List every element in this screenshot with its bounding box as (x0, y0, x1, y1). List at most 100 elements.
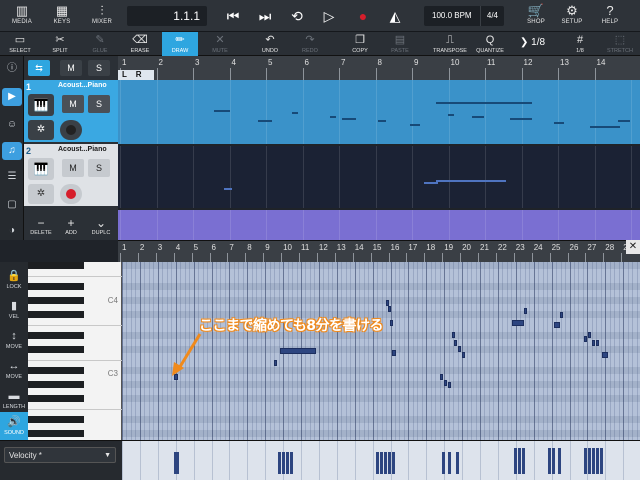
velocity-bar[interactable] (548, 448, 551, 474)
media-button[interactable]: ▥ MEDIA (4, 0, 40, 32)
record-arm-button[interactable] (60, 184, 82, 204)
panel-icon[interactable]: ☰ (2, 168, 22, 186)
undo-button[interactable]: ↶ UNDO (252, 32, 288, 56)
glue-tool[interactable]: ✎ GLUE (82, 32, 118, 56)
record-icon[interactable]: ● (352, 6, 374, 26)
velocity-bar[interactable] (552, 448, 555, 474)
black-key[interactable] (28, 367, 84, 374)
piano-icon[interactable]: 🎹 (28, 94, 54, 116)
black-key[interactable] (28, 332, 84, 339)
selected-region-lane[interactable] (118, 210, 640, 240)
mute-button[interactable]: M (62, 159, 84, 177)
midi-note[interactable] (390, 320, 393, 326)
mixer-button[interactable]: ⫶ MIXER (84, 0, 120, 32)
velocity-bar[interactable] (558, 448, 561, 474)
metronome-icon[interactable]: ◭ (384, 6, 406, 26)
delete-track-button[interactable]: − DELETE (26, 216, 56, 236)
solo-button[interactable]: S (88, 95, 110, 113)
midi-note[interactable] (280, 348, 316, 354)
help-button[interactable]: ? HELP (592, 0, 628, 32)
velocity-bar[interactable] (522, 448, 525, 474)
velocity-bar[interactable] (392, 452, 395, 474)
play-icon[interactable]: ▷ (318, 6, 340, 26)
loop-locators[interactable]: L R (118, 70, 154, 80)
setup-button[interactable]: ⚙ SETUP (554, 0, 590, 32)
velocity-bar[interactable] (518, 448, 521, 474)
grid-button[interactable]: #1/8 (562, 32, 598, 56)
rewind-to-start-icon[interactable]: ⏮ (222, 6, 244, 26)
black-key[interactable] (28, 297, 84, 304)
tempo-display[interactable]: 100.0 BPM 4/4 (424, 6, 504, 26)
track-view-toggle[interactable]: ⇆ (28, 60, 50, 76)
piano-icon[interactable]: 🎹 (28, 158, 54, 180)
midi-note[interactable] (440, 374, 443, 380)
split-tool[interactable]: ✂ SPLIT (42, 32, 78, 56)
redo-button[interactable]: ↷ REDO (292, 32, 328, 56)
solo-button[interactable]: S (88, 159, 110, 177)
midi-note[interactable] (588, 332, 591, 338)
face-icon[interactable]: ☺ (2, 116, 22, 134)
screen-icon[interactable]: ▢ (2, 196, 22, 214)
loop-icon[interactable]: ⟲ (286, 6, 308, 26)
midi-note[interactable] (560, 312, 563, 318)
erase-tool[interactable]: ⌫ ERASE (122, 32, 158, 56)
midi-note[interactable] (388, 306, 391, 312)
velocity-bar[interactable] (282, 452, 285, 474)
track-1-lane[interactable] (118, 80, 640, 144)
midi-note[interactable] (444, 380, 447, 386)
velocity-bar[interactable] (596, 448, 599, 474)
midi-note[interactable] (452, 332, 455, 338)
black-key[interactable] (28, 430, 84, 437)
bell-icon[interactable]: ♫ (2, 142, 22, 160)
velocity-bar[interactable] (176, 452, 179, 474)
record-arm-button[interactable] (60, 120, 82, 140)
midi-note[interactable] (392, 350, 396, 356)
black-key[interactable] (28, 416, 84, 423)
lock-button[interactable]: 🔒 LOCK (0, 266, 28, 296)
velocity-bar[interactable] (384, 452, 387, 474)
mute-button[interactable]: M (62, 95, 84, 113)
velocity-bar[interactable] (442, 452, 445, 474)
velocity-bar[interactable] (376, 452, 379, 474)
midi-note[interactable] (602, 352, 608, 358)
keys-button[interactable]: ▦ KEYS (44, 0, 80, 32)
effects-icon[interactable]: ✲ (28, 120, 54, 140)
skip-forward-icon[interactable]: ⏭ (254, 6, 276, 26)
track-2-lane[interactable] (118, 146, 640, 208)
editor-ruler[interactable]: 1 2 3 4 5 6 7 8 9 10 11 12 13 14 15 16 17 18 19 20 21 22 23 24 2… (118, 240, 640, 263)
duplicate-track-button[interactable]: ⌄ DUPLC (86, 216, 116, 236)
midi-note[interactable] (512, 320, 524, 326)
select-tool[interactable]: ▭ SELECT (2, 32, 38, 56)
midi-note[interactable] (596, 340, 599, 346)
velocity-bar[interactable] (514, 448, 517, 474)
black-key[interactable] (28, 395, 84, 402)
velocity-bar[interactable] (588, 448, 591, 474)
copy-button[interactable]: ❐ COPY (342, 32, 378, 56)
velocity-bar[interactable] (290, 452, 293, 474)
knob-icon[interactable]: ◑ (2, 222, 22, 240)
velocity-bar[interactable] (592, 448, 595, 474)
quantize-value[interactable]: ❯ 1/8 (520, 37, 545, 48)
global-solo-button[interactable]: S (88, 60, 110, 76)
move-vertical-button[interactable]: ↕ MOVE (0, 326, 28, 356)
mute-tool[interactable]: ✕ MUTE (202, 32, 238, 56)
midi-note[interactable] (462, 352, 465, 358)
sound-button[interactable]: 🔊 SOUND (0, 412, 28, 442)
black-key[interactable] (28, 381, 84, 388)
velocity-bar[interactable] (600, 448, 603, 474)
position-display[interactable]: 1.1.1 (127, 6, 207, 26)
track-2[interactable]: 2 Acoust...Piano 🎹 M S ✲ (24, 144, 118, 206)
add-track-button[interactable]: + ADD (56, 216, 86, 236)
move-horizontal-button[interactable]: ↔ MOVE (0, 356, 28, 386)
shop-button[interactable]: 🛒 SHOP (518, 0, 554, 32)
velocity-bar[interactable] (388, 452, 391, 474)
draw-tool[interactable]: ✏ DRAW (162, 32, 198, 56)
piano-keyboard[interactable]: C4 C3 (28, 262, 122, 445)
velocity-button[interactable]: ▮ VEL (0, 296, 28, 326)
effects-icon[interactable]: ✲ (28, 184, 54, 204)
midi-note[interactable] (458, 346, 461, 352)
black-key[interactable] (28, 311, 84, 318)
velocity-bar[interactable] (278, 452, 281, 474)
stretch-tool[interactable]: ⬚ STRETCH (602, 32, 638, 56)
midi-note[interactable] (454, 340, 457, 346)
